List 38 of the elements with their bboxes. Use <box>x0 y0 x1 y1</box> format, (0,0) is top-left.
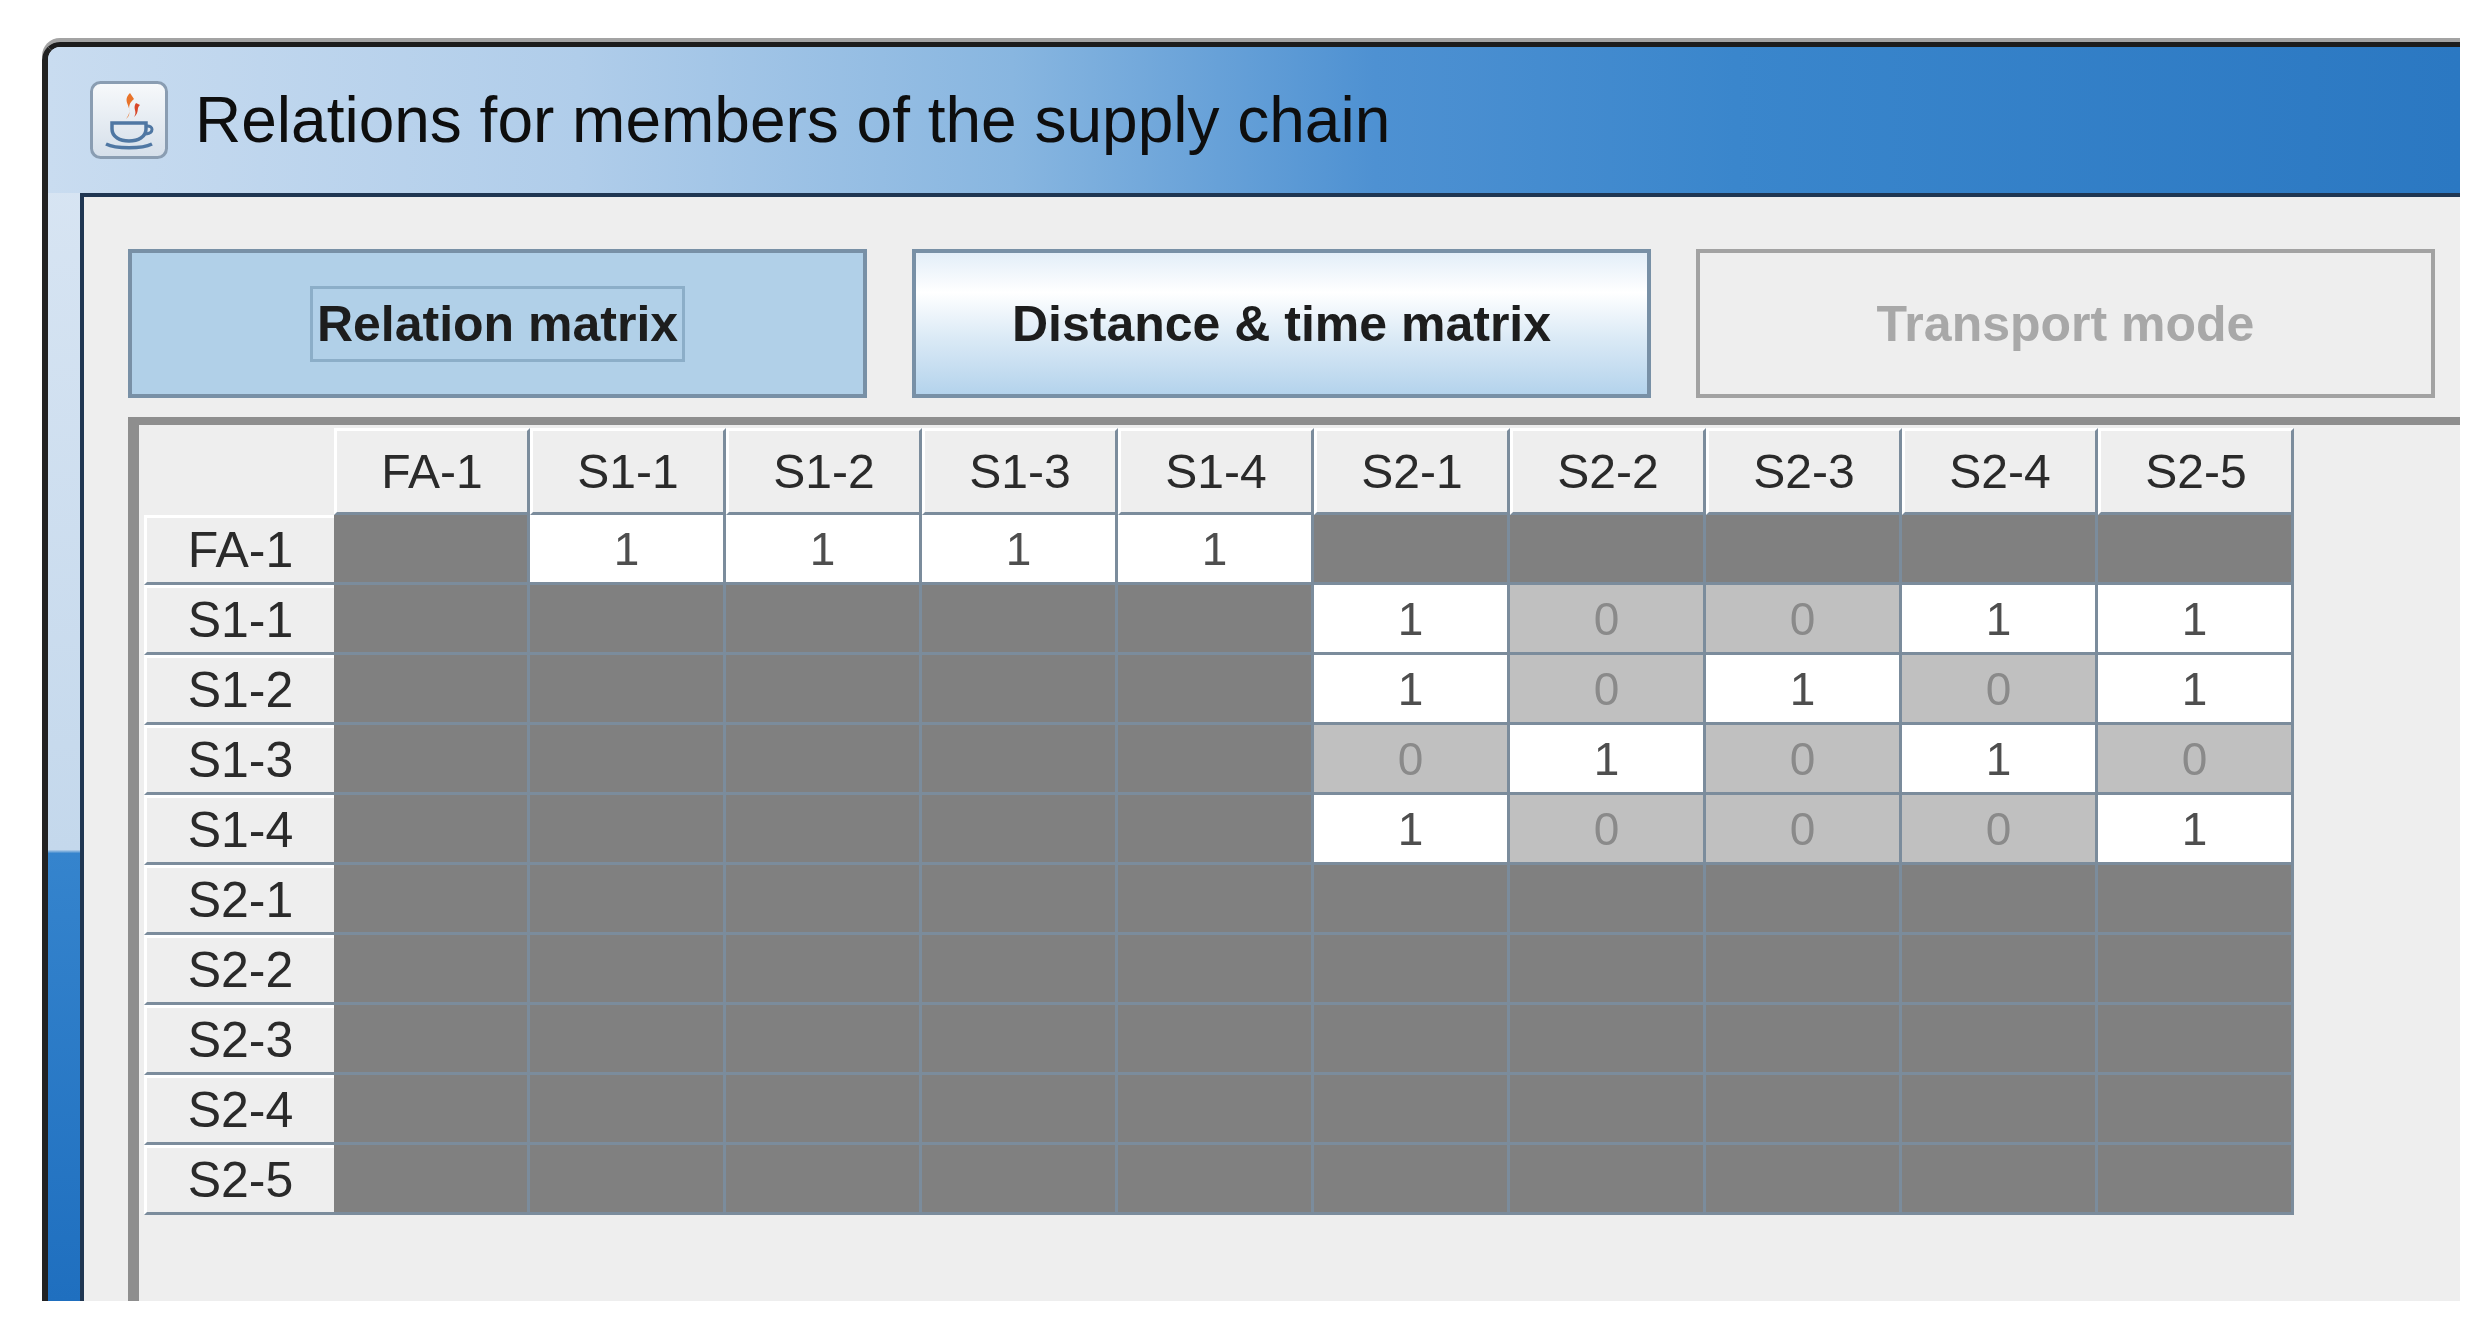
column-header: FA-1 <box>334 428 530 515</box>
view-tab[interactable]: Relation matrix <box>128 249 867 398</box>
matrix-cell[interactable]: 1 <box>1510 725 1706 795</box>
matrix-cell[interactable]: 1 <box>1706 655 1902 725</box>
column-header: S1-1 <box>530 428 726 515</box>
row-header: S2-3 <box>144 1005 334 1075</box>
view-tab[interactable]: Distance & time matrix <box>912 249 1651 398</box>
column-header: S1-3 <box>922 428 1118 515</box>
matrix-cell[interactable]: 1 <box>1314 655 1510 725</box>
coffee-cup-icon <box>90 81 168 159</box>
matrix-cell[interactable]: 1 <box>2098 655 2294 725</box>
matrix-cell[interactable]: 1 <box>2098 795 2294 865</box>
column-header: S1-2 <box>726 428 922 515</box>
column-header: S2-5 <box>2098 428 2294 515</box>
window-title: Relations for members of the supply chain <box>195 82 1391 158</box>
row-header: S2-1 <box>144 865 334 935</box>
row-header: FA-1 <box>144 515 334 585</box>
matrix-cell[interactable]: 1 <box>1902 725 2098 795</box>
row-header: S1-2 <box>144 655 334 725</box>
matrix-cell[interactable]: 1 <box>726 515 922 585</box>
row-header: S2-4 <box>144 1075 334 1145</box>
row-header: S2-2 <box>144 935 334 1005</box>
column-header: S2-4 <box>1902 428 2098 515</box>
matrix-cell[interactable]: 1 <box>1314 795 1510 865</box>
row-header: S1-1 <box>144 585 334 655</box>
matrix-cell[interactable]: 1 <box>530 515 726 585</box>
row-header: S2-5 <box>144 1145 334 1215</box>
column-header: S2-1 <box>1314 428 1510 515</box>
row-header: S1-4 <box>144 795 334 865</box>
matrix-cell[interactable]: 1 <box>1902 585 2098 655</box>
matrix-cell[interactable]: 1 <box>2098 585 2294 655</box>
matrix-cell[interactable]: 1 <box>922 515 1118 585</box>
row-header: S1-3 <box>144 725 334 795</box>
column-header: S2-2 <box>1510 428 1706 515</box>
matrix-cell[interactable]: 1 <box>1314 585 1510 655</box>
column-header: S2-3 <box>1706 428 1902 515</box>
column-header: S1-4 <box>1118 428 1314 515</box>
matrix-cell[interactable]: 1 <box>1118 515 1314 585</box>
